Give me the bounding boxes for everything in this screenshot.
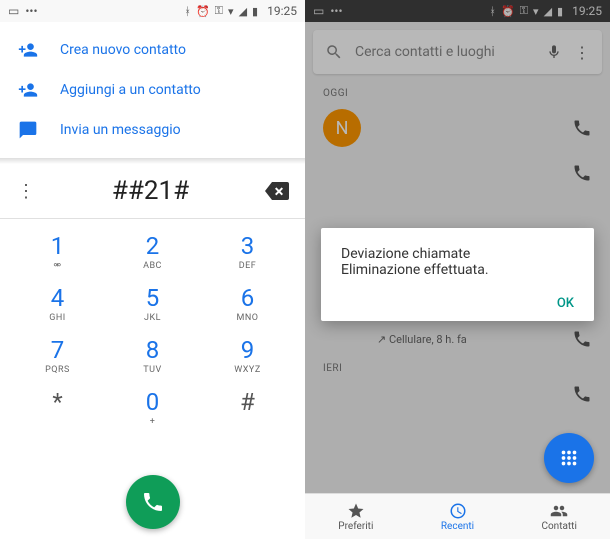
create-contact-label: Crea nuovo contatto <box>60 42 186 58</box>
create-contact-row[interactable]: Crea nuovo contatto <box>0 30 305 70</box>
dialed-number: ##21# <box>36 176 265 206</box>
wifi-icon: ▾ <box>228 5 234 18</box>
dialog-text-1: Deviazione chiamate <box>341 246 574 262</box>
clock: 19:25 <box>267 4 297 18</box>
key-7[interactable]: 7PQRS <box>10 331 105 383</box>
key-icon: ⚿ <box>215 4 223 18</box>
add-contact-icon <box>18 40 38 60</box>
key-0[interactable]: 0+ <box>105 383 200 435</box>
dialog-text-2: Eliminazione effettuata. <box>341 262 574 278</box>
send-message-row[interactable]: Invia un messaggio <box>0 110 305 150</box>
more-icon: ••• <box>25 4 37 18</box>
send-message-label: Invia un messaggio <box>60 122 181 138</box>
key-9[interactable]: 9WXYZ <box>200 331 295 383</box>
more-vert-icon[interactable]: ⋮ <box>16 181 36 202</box>
bluetooth-icon: ᚼ <box>184 5 191 18</box>
dialog-ok-button[interactable]: OK <box>341 296 574 311</box>
dialpad-fab[interactable] <box>544 433 594 483</box>
key-6[interactable]: 6MNO <box>200 279 295 331</box>
contact-actions: Crea nuovo contatto Aggiungi a un contat… <box>0 22 305 158</box>
bottom-nav: Preferiti Recenti Contatti <box>305 493 610 539</box>
key-1[interactable]: 1⚮ <box>10 227 105 279</box>
nav-contacts[interactable]: Contatti <box>508 494 610 539</box>
dialog: Deviazione chiamate Eliminazione effettu… <box>321 228 594 321</box>
backspace-button[interactable] <box>265 182 289 200</box>
message-icon <box>18 120 38 140</box>
add-to-contact-row[interactable]: Aggiungi a un contatto <box>0 70 305 110</box>
phone-recents-screen: ▭ ••• ᚼ ⏰ ⚿ ▾ ◢ ▮ 19:25 Cerca contatti e… <box>305 0 610 539</box>
nav-favorites[interactable]: Preferiti <box>305 494 407 539</box>
call-button[interactable] <box>126 475 180 529</box>
status-bar: ▭ ••• ᚼ ⏰ ⚿ ▾ ◢ ▮ 19:25 <box>0 0 305 22</box>
signal-icon: ◢ <box>239 5 247 18</box>
key-5[interactable]: 5JKL <box>105 279 200 331</box>
key-star[interactable]: * <box>10 383 105 435</box>
key-hash[interactable]: # <box>200 383 295 435</box>
key-8[interactable]: 8TUV <box>105 331 200 383</box>
key-4[interactable]: 4GHI <box>10 279 105 331</box>
key-3[interactable]: 3DEF <box>200 227 295 279</box>
key-2[interactable]: 2ABC <box>105 227 200 279</box>
add-contact-icon <box>18 80 38 100</box>
battery-icon: ▮ <box>252 5 258 18</box>
alarm-icon: ⏰ <box>196 5 210 18</box>
nav-recent[interactable]: Recenti <box>407 494 509 539</box>
phone-dialer-screen: ▭ ••• ᚼ ⏰ ⚿ ▾ ◢ ▮ 19:25 Crea nuovo conta… <box>0 0 305 539</box>
keypad: 1⚮ 2ABC 3DEF 4GHI 5JKL 6MNO 7PQRS 8TUV 9… <box>0 219 305 435</box>
laptop-icon: ▭ <box>8 4 19 18</box>
add-to-contact-label: Aggiungi a un contatto <box>60 82 201 98</box>
dial-display: ⋮ ##21# <box>0 164 305 218</box>
